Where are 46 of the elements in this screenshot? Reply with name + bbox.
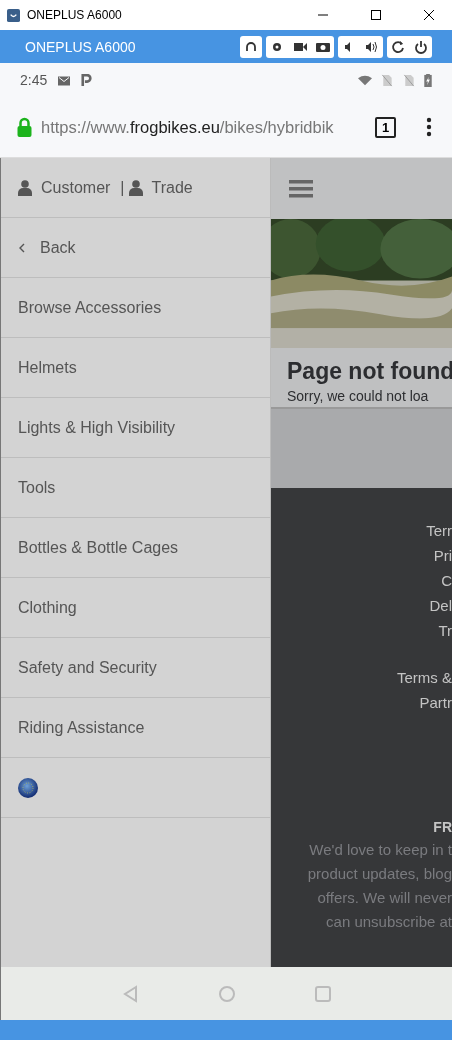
- menu-item[interactable]: Browse Accessories: [1, 278, 270, 338]
- newsletter-text: We'd love to keep in t: [309, 841, 452, 858]
- status-time: 2:45: [20, 72, 48, 88]
- maximize-icon[interactable]: [370, 9, 382, 21]
- footer-link[interactable]: Terr: [426, 522, 452, 539]
- person-icon: [128, 179, 143, 196]
- page-heading: Page not found: [287, 358, 452, 385]
- menu-item[interactable]: Safety and Security: [1, 638, 270, 698]
- menu-item[interactable]: Riding Assistance: [1, 698, 270, 758]
- newsletter-title: FR: [433, 819, 452, 835]
- device-title: ONEPLUS A6000: [25, 38, 136, 55]
- back-link[interactable]: Back: [1, 218, 270, 278]
- tab-count-button[interactable]: 1: [375, 116, 396, 138]
- footer-link[interactable]: Pri: [433, 547, 452, 564]
- globe-icon[interactable]: [18, 777, 38, 798]
- no-sim-icon: [380, 73, 394, 87]
- person-icon: [18, 179, 32, 196]
- footer-link[interactable]: Del: [429, 597, 452, 614]
- menu-item[interactable]: Bottles & Bottle Cages: [1, 518, 270, 578]
- error-message: Sorry, we could not loa: [287, 388, 430, 404]
- no-sim-icon: [402, 73, 416, 87]
- p-logo-icon: [79, 73, 94, 87]
- account-link[interactable]: Trade: [128, 178, 193, 197]
- newsletter-text: can unsubscribe at: [326, 913, 452, 930]
- newsletter-text: offers. We will never: [317, 889, 452, 906]
- window-title: ONEPLUS A6000: [27, 8, 122, 22]
- separator: |: [120, 178, 125, 197]
- footer-link[interactable]: Tr: [438, 622, 452, 639]
- chevron-left-icon: [18, 242, 26, 253]
- app-icon: [7, 8, 20, 22]
- newsletter-text: product updates, blog: [307, 865, 452, 882]
- menu-item[interactable]: Helmets: [1, 338, 270, 398]
- menu-icon[interactable]: [289, 178, 313, 199]
- menu-item[interactable]: Lights & High Visibility: [1, 398, 270, 458]
- menu-item[interactable]: Tools: [1, 458, 270, 518]
- footer-link[interactable]: C: [441, 572, 452, 589]
- battery-icon: [424, 73, 432, 87]
- footer-link[interactable]: Terms &: [397, 669, 452, 686]
- close-icon[interactable]: [423, 9, 435, 21]
- lock-icon: [16, 117, 33, 137]
- more-menu-icon[interactable]: [426, 117, 432, 137]
- menu-item[interactable]: Clothing: [1, 578, 270, 638]
- account-link[interactable]: Customer: [18, 178, 111, 197]
- wifi-icon: [358, 73, 372, 87]
- url-field[interactable]: https://www.frogbikes.eu/bikes/hybridbik: [41, 117, 363, 137]
- footer-link[interactable]: Partr: [419, 694, 452, 711]
